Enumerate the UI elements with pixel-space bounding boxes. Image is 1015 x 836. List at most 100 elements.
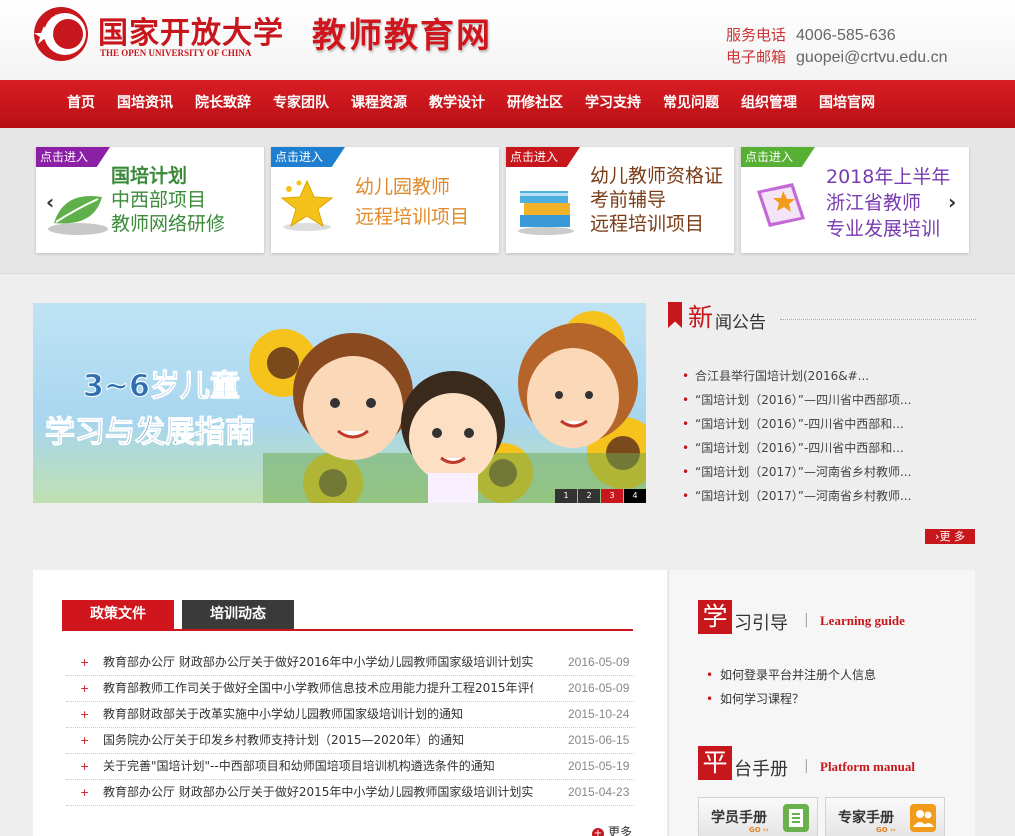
policy-date: 2016-05-09 [568,681,630,695]
tab-training-news[interactable]: 培训动态 [182,600,294,630]
enter-tag[interactable]: 点击进入 [741,147,816,167]
card-line3: 专业发展培训 [826,218,941,240]
policy-item[interactable]: 教育部教师工作司关于做好全国中小学教师信息技术应用能力提升工程2015年评估工作… [66,676,634,702]
nav-official-site[interactable]: 国培官网 [808,80,886,128]
nav-courses[interactable]: 课程资源 [340,80,418,128]
pager-dot-3[interactable]: 3 [601,489,623,503]
policy-item[interactable]: 关于完善"国培计划"--中西部项目和幼师国培项目培训机构遴选条件的通知 2015-… [66,754,634,780]
card-line3: 远程培训项目 [590,213,705,235]
enter-tag[interactable]: 点击进入 [506,147,581,167]
nav-faq[interactable]: 常见问题 [652,80,730,128]
project-card-zhongxibu[interactable]: 点击进入 国培计划 中西部项目 教师网络研修 [36,147,264,253]
policy-title[interactable]: 教育部办公厅 财政部办公厅关于做好2016年中小学幼儿园教师国家级培训计划实施工… [103,650,533,675]
nav-community[interactable]: 研修社区 [496,80,574,128]
project-card-kindergarten[interactable]: 点击进入 幼儿园教师 远程培训项目 [271,147,499,253]
policy-title[interactable]: 教育部财政部关于改革实施中小学幼儿园教师国家级培训计划的通知 [103,702,533,727]
pager-dot-4[interactable]: 4 [624,489,646,503]
policy-date: 2015-10-24 [568,707,630,721]
policy-item[interactable]: 教育部办公厅 财政部办公厅关于做好2016年中小学幼儿园教师国家级培训计划实施工… [66,650,634,676]
site-title: 教师教育网 [312,16,492,56]
books-icon [518,191,574,235]
news-title-rest: 闻公告 [715,313,766,333]
email-label: 电子邮箱 [726,48,787,66]
card-line2: 浙江省教师 [826,192,922,214]
expert-manual-button[interactable]: 专家手册 GO ›› [825,797,945,836]
card-line2: 中西部项目 [111,189,207,211]
university-logo-icon[interactable] [30,4,92,64]
platform-manual-initial: 平 [698,746,732,780]
main-nav: 首页 国培资讯 院长致辞 专家团队 课程资源 教学设计 研修社区 学习支持 常见… [0,80,1015,128]
project-card-zhejiang[interactable]: 点击进入 2018年上半年 浙江省教师 专业发展培训 [741,147,969,253]
carousel-prev-button[interactable]: ‹ [46,190,54,214]
student-manual-label: 学员手册 [711,810,767,826]
site-header: 国家开放大学 THE OPEN UNIVERSITY OF CHINA 教师教育… [0,0,1015,80]
banner-headline-1: 3~6岁儿童 [83,369,241,405]
tab-underline [62,629,633,631]
policy-more-label[interactable]: 更多 [608,825,632,836]
news-item[interactable]: “国培计划（2016）”—四川省中西部项... [680,388,911,412]
phone-value: 4006-585-636 [796,27,896,44]
policy-more-link[interactable]: + 更多 [592,823,632,836]
news-item[interactable]: “国培计划（2016）”-四川省中西部和... [680,436,911,460]
go-label: GO ›› [749,826,769,834]
contact-phone: 服务电话 4006-585-636 [726,24,896,45]
policy-title[interactable]: 国务院办公厅关于印发乡村教师支持计划（2015—2020年）的通知 [103,728,533,753]
news-item[interactable]: “国培计划（2017）”—河南省乡村教师... [680,484,911,508]
pager-dot-2[interactable]: 2 [578,489,600,503]
nav-organization[interactable]: 组织管理 [730,80,808,128]
policy-title[interactable]: 教育部教师工作司关于做好全国中小学教师信息技术应用能力提升工程2015年评估工作… [103,676,533,701]
university-name-en: THE OPEN UNIVERSITY OF CHINA [100,48,252,58]
student-manual-button[interactable]: 学员手册 GO ›› [698,797,818,836]
policy-title[interactable]: 教育部办公厅 财政部办公厅关于做好2015年中小学幼儿园教师国家级培训计划实施工… [103,780,533,805]
platform-manual-title: 平 台手册 | Platform manual [698,746,958,782]
policy-list: 教育部办公厅 财政部办公厅关于做好2016年中小学幼儿园教师国家级培训计划实施工… [66,650,634,806]
news-list: 合江县举行国培计划(2016&#... “国培计划（2016）”—四川省中西部项… [680,364,911,508]
users-icon [910,804,936,832]
card-line3: 教师网络研修 [111,213,226,235]
policy-date: 2015-05-19 [568,759,630,773]
nav-support[interactable]: 学习支持 [574,80,652,128]
email-value[interactable]: guopei@crtvu.edu.cn [796,49,947,66]
news-section-title: 新 闻公告 [668,300,976,333]
nav-home[interactable]: 首页 [56,80,106,128]
carousel-next-button[interactable]: › [948,190,956,214]
banner-slider[interactable]: 3~6岁儿童 学习与发展指南 1 2 3 4 [33,303,646,503]
policy-title[interactable]: 关于完善"国培计划"--中西部项目和幼师国培项目培训机构遴选条件的通知 [103,754,533,779]
project-card-qualification[interactable]: 点击进入 幼儿教师资格证 考前辅导 远程培训项目 [506,147,734,253]
pager-dot-1[interactable]: 1 [555,489,577,503]
go-label: GO ›› [876,826,896,834]
platform-manual-rest: 台手册 [734,759,788,780]
news-title-initial: 新 [688,303,714,332]
learning-guide-initial: 学 [698,600,732,634]
policy-item[interactable]: 国务院办公厅关于印发乡村教师支持计划（2015—2020年）的通知 2015-06… [66,728,634,754]
policy-item[interactable]: 教育部办公厅 财政部办公厅关于做好2015年中小学幼儿园教师国家级培训计划实施工… [66,780,634,806]
enter-tag[interactable]: 点击进入 [271,147,346,167]
news-item[interactable]: “国培计划（2016）”-四川省中西部和... [680,412,911,436]
enter-tag[interactable]: 点击进入 [36,147,111,167]
university-name: 国家开放大学 [98,16,284,51]
news-item[interactable]: 合江县举行国培计划(2016&#... [680,364,911,388]
star-icon [280,179,334,231]
learning-guide-title: 学 习引导 | Learning guide [698,600,958,636]
guide-item[interactable]: 如何学习课程？ [704,687,876,711]
nav-dean-message[interactable]: 院长致辞 [184,80,262,128]
guide-item[interactable]: 如何登录平台并注册个人信息 [704,663,876,687]
banner-headline-2: 学习与发展指南 [45,415,256,451]
card-line1: 国培计划 [111,165,188,187]
nav-experts[interactable]: 专家团队 [262,80,340,128]
nav-teaching-design[interactable]: 教学设计 [418,80,496,128]
tab-policy-documents[interactable]: 政策文件 [62,600,174,630]
policy-item[interactable]: 教育部财政部关于改革实施中小学幼儿园教师国家级培训计划的通知 2015-10-24 [66,702,634,728]
nav-news[interactable]: 国培资讯 [106,80,184,128]
card-line1: 幼儿教师资格证 [590,165,724,187]
news-more-button[interactable]: ›更 多 [925,529,975,544]
card-line2: 考前辅导 [590,189,667,211]
policy-date: 2015-06-15 [568,733,630,747]
plus-icon: + [592,828,604,836]
divider [780,319,976,320]
phone-label: 服务电话 [726,26,787,44]
news-item[interactable]: “国培计划（2017）”—河南省乡村教师... [680,460,911,484]
policy-date: 2016-05-09 [568,655,630,669]
learning-guide-list: 如何登录平台并注册个人信息 如何学习课程？ [704,663,876,711]
expert-manual-label: 专家手册 [838,810,894,826]
